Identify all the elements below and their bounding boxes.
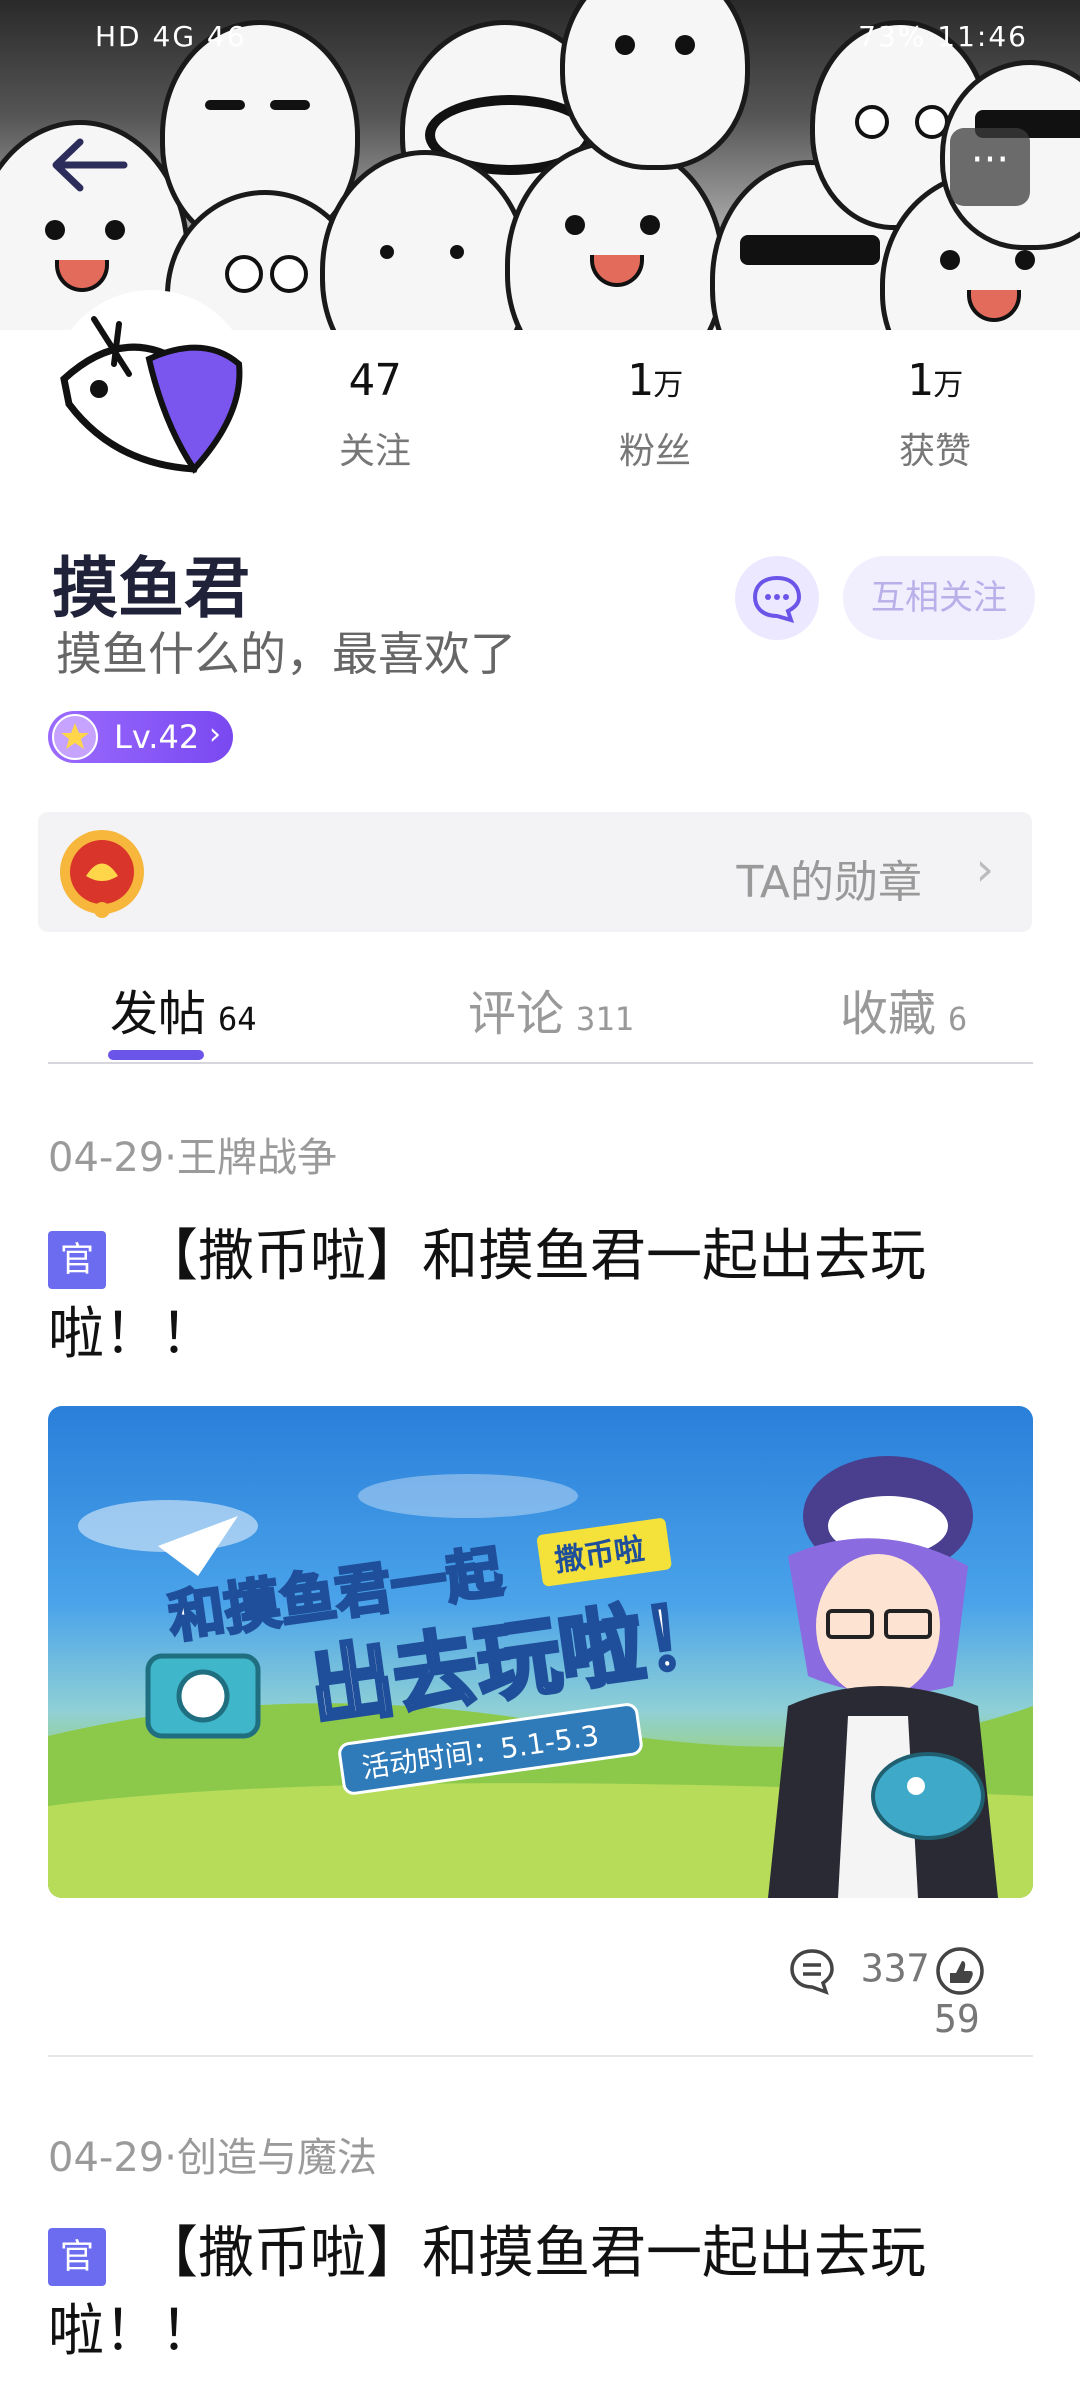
battery-clock: 73% 11:46 xyxy=(858,20,1028,53)
profile-stats: 47 关注 1万 粉丝 1万 获赞 xyxy=(275,355,1035,475)
tab-favorites[interactable]: 收藏 6 xyxy=(840,974,967,1044)
post-meta: 04-29·创造与魔法 xyxy=(48,2135,377,2181)
level-star-icon xyxy=(52,714,98,760)
comment-button[interactable]: 337 xyxy=(786,1945,930,1997)
stat-followers[interactable]: 1万 粉丝 xyxy=(555,355,755,474)
signal-indicators: HD 4G 46 xyxy=(95,20,247,53)
profile-bio: 摸鱼什么的，最喜欢了 xyxy=(56,627,516,681)
avatar[interactable] xyxy=(50,290,253,493)
like-button[interactable]: 59 xyxy=(934,1945,1033,2041)
thumbs-up-icon xyxy=(936,1947,984,1995)
fish-mascot-icon xyxy=(54,294,248,488)
level-label: Lv.42 xyxy=(114,718,200,756)
like-count: 59 xyxy=(934,1997,980,2041)
arrow-left-icon xyxy=(52,138,128,192)
chat-bubble-icon xyxy=(752,575,802,623)
tab-count: 311 xyxy=(576,1000,634,1038)
profile-tabs: 发帖 64 评论 311 收藏 6 xyxy=(48,960,1033,1064)
post-title-text: 【撒币啦】和摸鱼君一起出去玩啦！！ xyxy=(48,2221,926,2364)
stat-label: 粉丝 xyxy=(618,431,691,472)
post-image[interactable]: 和摸鱼君一起 撒币啦 出去玩啦！ 活动时间：5.1-5.3 xyxy=(48,1406,1033,1898)
comment-icon xyxy=(790,1949,834,1995)
status-bar: HD 4G 46 73% 11:46 xyxy=(0,0,1080,72)
post-title[interactable]: 官【撒币啦】和摸鱼君一起出去玩啦！！ xyxy=(48,1218,1038,1374)
stat-label: 获赞 xyxy=(898,431,971,472)
stat-unit: 万 xyxy=(653,368,684,403)
back-button[interactable] xyxy=(44,130,134,200)
tab-label: 发帖 xyxy=(110,986,207,1042)
tab-label: 评论 xyxy=(468,986,565,1042)
medals-label: TA的勋章 xyxy=(736,857,922,908)
mutual-follow-button[interactable]: 互相关注 xyxy=(843,556,1035,640)
chevron-right-icon: › xyxy=(975,842,994,896)
stat-number: 1 xyxy=(626,355,654,406)
medals-card[interactable]: TA的勋章 › xyxy=(38,812,1032,932)
stat-likes[interactable]: 1万 获赞 xyxy=(835,355,1035,474)
medal-icon xyxy=(60,830,144,918)
comment-count: 337 xyxy=(860,1946,930,1991)
profile-name: 摸鱼君 xyxy=(52,550,250,627)
official-tag: 官 xyxy=(48,1230,106,1289)
post-title[interactable]: 官【撒币啦】和摸鱼君一起出去玩啦！！ xyxy=(48,2215,1038,2371)
stat-following[interactable]: 47 关注 xyxy=(275,355,475,474)
stat-number: 47 xyxy=(348,355,402,406)
post-meta: 04-29·王牌战争 xyxy=(48,1135,337,1181)
level-badge[interactable]: Lv.42 › xyxy=(48,711,233,763)
tab-posts[interactable]: 发帖 64 xyxy=(110,974,257,1044)
more-options-button[interactable]: ··· xyxy=(950,128,1030,206)
stat-label: 关注 xyxy=(338,431,411,472)
chevron-right-icon: › xyxy=(209,717,221,752)
tab-comments[interactable]: 评论 311 xyxy=(468,974,634,1044)
post-actions: 337 59 xyxy=(48,1945,1033,2041)
stat-unit: 万 xyxy=(933,368,964,403)
post-divider xyxy=(48,2055,1033,2057)
tab-count: 6 xyxy=(948,1000,968,1038)
chat-button[interactable] xyxy=(735,556,819,640)
active-tab-indicator xyxy=(108,1050,204,1060)
tab-count: 64 xyxy=(218,1000,257,1038)
post-image-art: 和摸鱼君一起 撒币啦 出去玩啦！ 活动时间：5.1-5.3 xyxy=(48,1456,1033,1898)
stat-number: 1 xyxy=(906,355,934,406)
official-tag: 官 xyxy=(48,2227,106,2286)
tab-label: 收藏 xyxy=(840,986,937,1042)
post-title-text: 【撒币啦】和摸鱼君一起出去玩啦！！ xyxy=(48,1224,926,1367)
